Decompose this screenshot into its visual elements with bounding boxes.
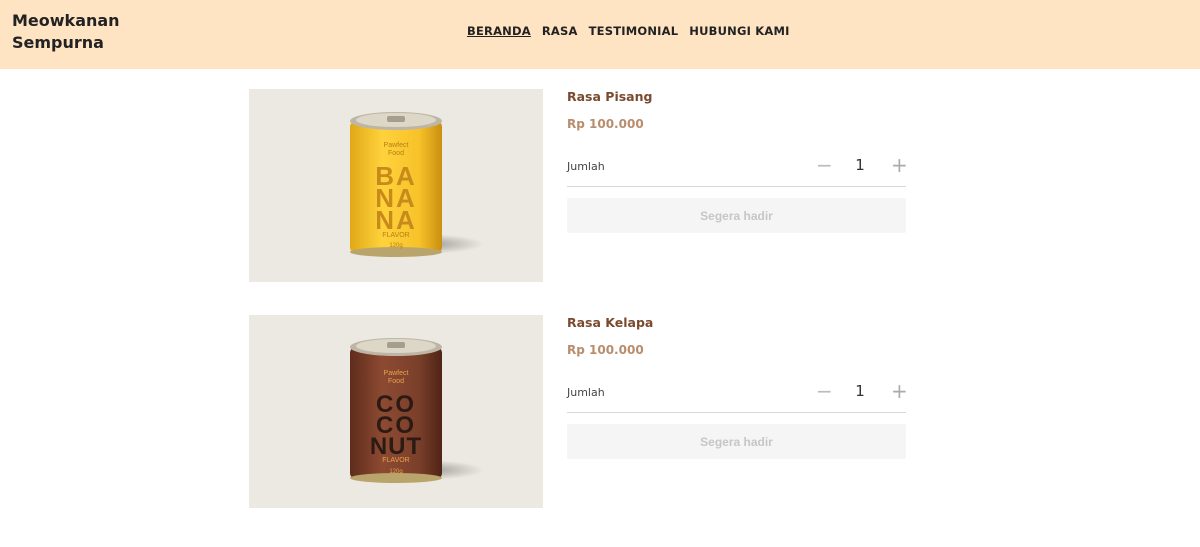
product-image-banana: Pawfect Food BA NA NA FLAVOR 120g bbox=[249, 89, 543, 282]
brand-logo[interactable]: Meowkanan Sempurna bbox=[12, 10, 120, 54]
main-nav: BERANDA RASA TESTIMONIAL HUBUNGI KAMI bbox=[467, 24, 790, 38]
svg-text:NA: NA bbox=[375, 205, 417, 235]
svg-text:NUT: NUT bbox=[370, 433, 422, 460]
svg-text:120g: 120g bbox=[389, 243, 402, 249]
product-card-pisang: Pawfect Food BA NA NA FLAVOR 120g Rasa P… bbox=[249, 89, 909, 282]
coming-soon-button[interactable]: Segera hadir bbox=[567, 198, 906, 233]
product-price: Rp 100.000 bbox=[567, 343, 644, 357]
quantity-row: Jumlah − 1 + bbox=[567, 379, 908, 413]
quantity-label: Jumlah bbox=[567, 160, 605, 173]
product-price: Rp 100.000 bbox=[567, 117, 644, 131]
nav-hubungi-kami[interactable]: HUBUNGI KAMI bbox=[689, 24, 789, 38]
svg-text:Pawfect: Pawfect bbox=[384, 142, 409, 149]
quantity-value[interactable]: 1 bbox=[854, 382, 866, 400]
nav-rasa[interactable]: RASA bbox=[542, 24, 578, 38]
product-image-coconut: Pawfect Food CO CO NUT FLAVOR 120g bbox=[249, 315, 543, 508]
svg-text:FLAVOR: FLAVOR bbox=[382, 232, 410, 239]
minus-icon[interactable]: − bbox=[816, 153, 833, 177]
svg-text:Food: Food bbox=[388, 150, 404, 157]
quantity-row: Jumlah − 1 + bbox=[567, 153, 908, 187]
quantity-value[interactable]: 1 bbox=[854, 156, 866, 174]
coming-soon-button[interactable]: Segera hadir bbox=[567, 424, 906, 459]
product-info: Rasa Kelapa Rp 100.000 Jumlah − 1 + Sege… bbox=[567, 315, 908, 508]
brand-line-1: Meowkanan bbox=[12, 11, 120, 30]
plus-icon[interactable]: + bbox=[891, 153, 908, 177]
minus-icon[interactable]: − bbox=[816, 379, 833, 403]
svg-text:FLAVOR: FLAVOR bbox=[382, 457, 410, 464]
product-card-kelapa: Pawfect Food CO CO NUT FLAVOR 120g Rasa … bbox=[249, 315, 909, 508]
svg-text:Pawfect: Pawfect bbox=[384, 370, 409, 377]
brand-line-2: Sempurna bbox=[12, 33, 104, 52]
quantity-label: Jumlah bbox=[567, 386, 605, 399]
product-name: Rasa Kelapa bbox=[567, 315, 654, 330]
nav-testimonial[interactable]: TESTIMONIAL bbox=[589, 24, 679, 38]
site-header: Meowkanan Sempurna BERANDA RASA TESTIMON… bbox=[0, 0, 1200, 69]
product-name: Rasa Pisang bbox=[567, 89, 653, 104]
plus-icon[interactable]: + bbox=[891, 379, 908, 403]
svg-text:Food: Food bbox=[388, 378, 404, 385]
product-info: Rasa Pisang Rp 100.000 Jumlah − 1 + Sege… bbox=[567, 89, 908, 282]
svg-text:120g: 120g bbox=[389, 469, 402, 475]
nav-beranda[interactable]: BERANDA bbox=[467, 24, 531, 38]
